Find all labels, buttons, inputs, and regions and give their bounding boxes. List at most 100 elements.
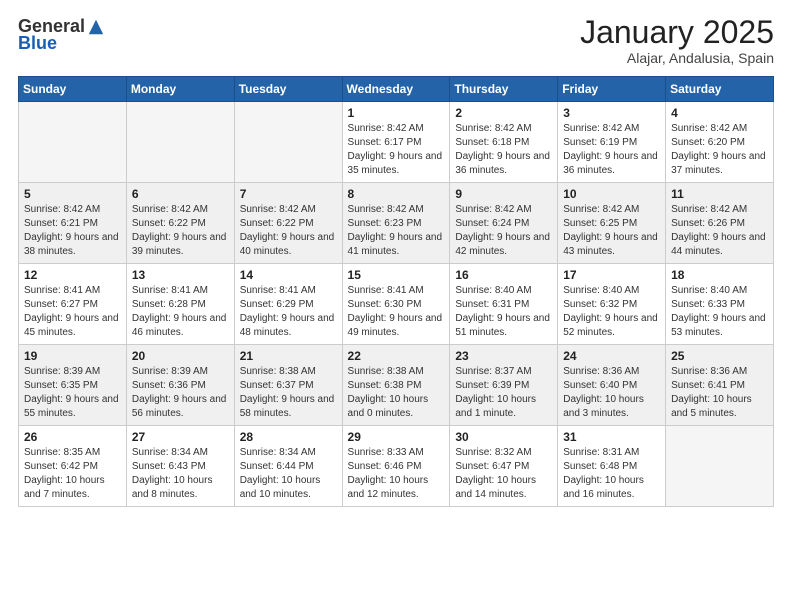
calendar-day: 23 Sunrise: 8:37 AM Sunset: 6:39 PM Dayli… [450,345,558,426]
calendar-day: 25 Sunrise: 8:36 AM Sunset: 6:41 PM Dayli… [666,345,774,426]
header: General Blue January 2025 Alajar, Andalu… [18,16,774,66]
day-number: 7 [240,187,337,201]
calendar-day: 19 Sunrise: 8:39 AM Sunset: 6:35 PM Dayli… [19,345,127,426]
day-info: Sunrise: 8:38 AM Sunset: 6:37 PM Dayligh… [240,365,337,421]
calendar-day: 30 Sunrise: 8:32 AM Sunset: 6:47 PM Dayli… [450,426,558,507]
day-number: 21 [240,349,337,363]
day-number: 15 [348,268,445,282]
day-info: Sunrise: 8:42 AM Sunset: 6:19 PM Dayligh… [563,122,660,178]
day-number: 8 [348,187,445,201]
day-info: Sunrise: 8:42 AM Sunset: 6:23 PM Dayligh… [348,203,445,259]
calendar-day [234,102,342,183]
day-info: Sunrise: 8:33 AM Sunset: 6:46 PM Dayligh… [348,446,445,502]
day-info: Sunrise: 8:42 AM Sunset: 6:24 PM Dayligh… [455,203,552,259]
weekday-header-row: Sunday Monday Tuesday Wednesday Thursday… [19,77,774,102]
day-info: Sunrise: 8:42 AM Sunset: 6:26 PM Dayligh… [671,203,768,259]
day-info: Sunrise: 8:41 AM Sunset: 6:28 PM Dayligh… [132,284,229,340]
day-info: Sunrise: 8:37 AM Sunset: 6:39 PM Dayligh… [455,365,552,421]
day-info: Sunrise: 8:39 AM Sunset: 6:36 PM Dayligh… [132,365,229,421]
day-number: 24 [563,349,660,363]
calendar-week-row: 19 Sunrise: 8:39 AM Sunset: 6:35 PM Dayli… [19,345,774,426]
day-number: 20 [132,349,229,363]
page: General Blue January 2025 Alajar, Andalu… [0,0,792,612]
header-thursday: Thursday [450,77,558,102]
day-number: 17 [563,268,660,282]
calendar-day: 26 Sunrise: 8:35 AM Sunset: 6:42 PM Dayli… [19,426,127,507]
day-number: 27 [132,430,229,444]
day-number: 31 [563,430,660,444]
calendar-day: 9 Sunrise: 8:42 AM Sunset: 6:24 PM Daylig… [450,183,558,264]
location-subtitle: Alajar, Andalusia, Spain [580,50,774,66]
day-info: Sunrise: 8:42 AM Sunset: 6:25 PM Dayligh… [563,203,660,259]
day-info: Sunrise: 8:42 AM Sunset: 6:22 PM Dayligh… [132,203,229,259]
calendar-week-row: 12 Sunrise: 8:41 AM Sunset: 6:27 PM Dayli… [19,264,774,345]
day-number: 25 [671,349,768,363]
calendar-day: 8 Sunrise: 8:42 AM Sunset: 6:23 PM Daylig… [342,183,450,264]
calendar-day: 13 Sunrise: 8:41 AM Sunset: 6:28 PM Dayli… [126,264,234,345]
header-tuesday: Tuesday [234,77,342,102]
day-info: Sunrise: 8:42 AM Sunset: 6:22 PM Dayligh… [240,203,337,259]
day-info: Sunrise: 8:40 AM Sunset: 6:32 PM Dayligh… [563,284,660,340]
day-info: Sunrise: 8:42 AM Sunset: 6:17 PM Dayligh… [348,122,445,178]
day-info: Sunrise: 8:39 AM Sunset: 6:35 PM Dayligh… [24,365,121,421]
calendar-day: 27 Sunrise: 8:34 AM Sunset: 6:43 PM Dayli… [126,426,234,507]
calendar-day: 29 Sunrise: 8:33 AM Sunset: 6:46 PM Dayli… [342,426,450,507]
calendar-day: 5 Sunrise: 8:42 AM Sunset: 6:21 PM Daylig… [19,183,127,264]
calendar-day [126,102,234,183]
day-number: 28 [240,430,337,444]
calendar-day: 31 Sunrise: 8:31 AM Sunset: 6:48 PM Dayli… [558,426,666,507]
day-info: Sunrise: 8:41 AM Sunset: 6:29 PM Dayligh… [240,284,337,340]
calendar-day [666,426,774,507]
calendar-day: 11Sunrise: 8:42 AM Sunset: 6:26 PM Dayli… [666,183,774,264]
day-info: Sunrise: 8:42 AM Sunset: 6:21 PM Dayligh… [24,203,121,259]
day-number: 13 [132,268,229,282]
calendar-week-row: 5 Sunrise: 8:42 AM Sunset: 6:21 PM Daylig… [19,183,774,264]
day-info: Sunrise: 8:38 AM Sunset: 6:38 PM Dayligh… [348,365,445,421]
day-number: 4 [671,106,768,120]
day-number: 10 [563,187,660,201]
day-number: 1 [348,106,445,120]
calendar-day: 6Sunrise: 8:42 AM Sunset: 6:22 PM Daylig… [126,183,234,264]
day-number: 9 [455,187,552,201]
calendar-day: 28Sunrise: 8:34 AM Sunset: 6:44 PM Dayli… [234,426,342,507]
calendar-day: 17 Sunrise: 8:40 AM Sunset: 6:32 PM Dayli… [558,264,666,345]
day-info: Sunrise: 8:35 AM Sunset: 6:42 PM Dayligh… [24,446,121,502]
day-number: 30 [455,430,552,444]
header-sunday: Sunday [19,77,127,102]
calendar-day: 1 Sunrise: 8:42 AM Sunset: 6:17 PM Daylig… [342,102,450,183]
calendar-day: 20 Sunrise: 8:39 AM Sunset: 6:36 PM Dayli… [126,345,234,426]
calendar-day: 4Sunrise: 8:42 AM Sunset: 6:20 PM Daylig… [666,102,774,183]
day-number: 26 [24,430,121,444]
calendar-week-row: 26 Sunrise: 8:35 AM Sunset: 6:42 PM Dayli… [19,426,774,507]
day-number: 14 [240,268,337,282]
day-info: Sunrise: 8:40 AM Sunset: 6:33 PM Dayligh… [671,284,768,340]
logo-icon [87,18,105,36]
calendar-day: 7 Sunrise: 8:42 AM Sunset: 6:22 PM Daylig… [234,183,342,264]
calendar-day: 2Sunrise: 8:42 AM Sunset: 6:18 PM Daylig… [450,102,558,183]
day-number: 18 [671,268,768,282]
day-info: Sunrise: 8:36 AM Sunset: 6:40 PM Dayligh… [563,365,660,421]
calendar-day: 14 Sunrise: 8:41 AM Sunset: 6:29 PM Dayli… [234,264,342,345]
calendar-day: 24 Sunrise: 8:36 AM Sunset: 6:40 PM Dayli… [558,345,666,426]
calendar-day: 21 Sunrise: 8:38 AM Sunset: 6:37 PM Dayli… [234,345,342,426]
day-info: Sunrise: 8:31 AM Sunset: 6:48 PM Dayligh… [563,446,660,502]
calendar-week-row: 1 Sunrise: 8:42 AM Sunset: 6:17 PM Daylig… [19,102,774,183]
day-info: Sunrise: 8:41 AM Sunset: 6:30 PM Dayligh… [348,284,445,340]
header-friday: Friday [558,77,666,102]
day-number: 5 [24,187,121,201]
day-number: 19 [24,349,121,363]
calendar-day [19,102,127,183]
calendar-day: 22Sunrise: 8:38 AM Sunset: 6:38 PM Dayli… [342,345,450,426]
day-number: 16 [455,268,552,282]
day-number: 12 [24,268,121,282]
day-number: 29 [348,430,445,444]
day-info: Sunrise: 8:41 AM Sunset: 6:27 PM Dayligh… [24,284,121,340]
day-info: Sunrise: 8:32 AM Sunset: 6:47 PM Dayligh… [455,446,552,502]
title-area: January 2025 Alajar, Andalusia, Spain [580,16,774,66]
day-info: Sunrise: 8:34 AM Sunset: 6:43 PM Dayligh… [132,446,229,502]
logo: General Blue [18,16,105,54]
day-info: Sunrise: 8:42 AM Sunset: 6:18 PM Dayligh… [455,122,552,178]
day-number: 23 [455,349,552,363]
day-info: Sunrise: 8:40 AM Sunset: 6:31 PM Dayligh… [455,284,552,340]
day-info: Sunrise: 8:36 AM Sunset: 6:41 PM Dayligh… [671,365,768,421]
